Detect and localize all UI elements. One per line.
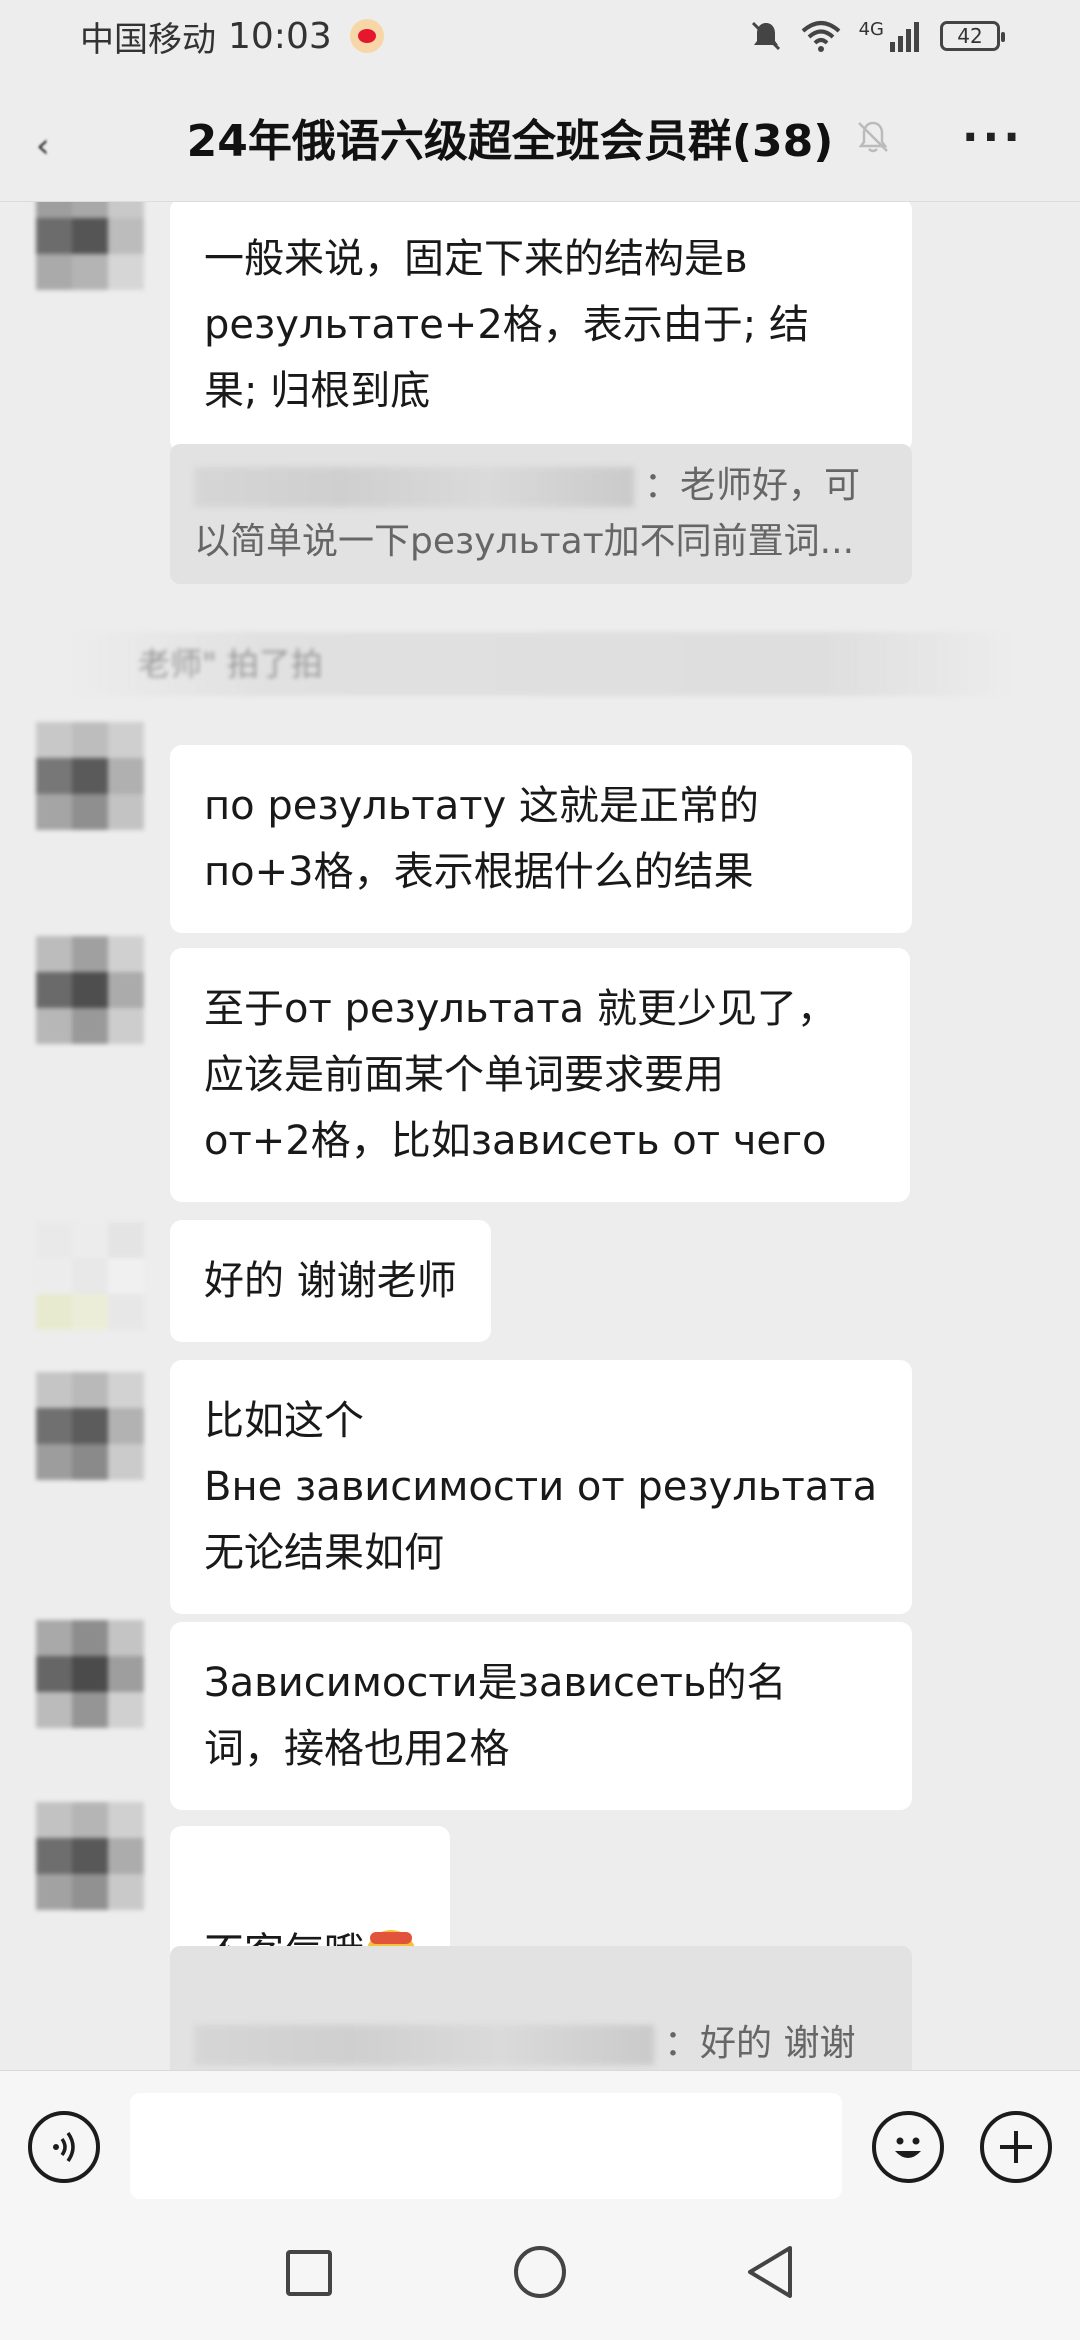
chat-message-list[interactable]: 一般来说，固定下来的结构是в результате+2格，表示由于; 结 果; … xyxy=(0,202,1080,2070)
triangle-back-icon[interactable] xyxy=(744,2244,796,2300)
voice-icon[interactable] xyxy=(28,2111,100,2183)
input-bar xyxy=(0,2070,1080,2220)
avatar[interactable] xyxy=(36,722,144,830)
emoji-icon[interactable] xyxy=(872,2111,944,2183)
status-bar: 中国移动 10:03 4G 42 xyxy=(0,0,1080,72)
avatar[interactable] xyxy=(36,936,144,1044)
message-bubble[interactable]: по результату 这就是正常的 по+3格，表示根据什么的结果 xyxy=(170,745,912,933)
plus-glyph-icon xyxy=(1000,2131,1032,2163)
system-nav-bar xyxy=(0,2220,1080,2340)
weibo-icon xyxy=(349,19,384,53)
system-notice: 老师" 拍了拍 xyxy=(72,632,1012,696)
avatar[interactable] xyxy=(36,1620,144,1728)
message-bubble[interactable]: 至于от результата 就更少见了， 应该是前面某个单词要求要用 от+… xyxy=(170,948,910,1202)
avatar[interactable] xyxy=(36,1372,144,1480)
chevron-left-icon[interactable]: ‹ xyxy=(36,126,50,166)
more-icon[interactable]: ··· xyxy=(962,112,1024,163)
bell-off-icon xyxy=(858,121,889,152)
status-left: 中国移动 10:03 xyxy=(80,12,384,61)
blurred-username xyxy=(194,2025,654,2065)
chat-header: ‹ 24年俄语六级超全班会员群(38) ··· xyxy=(0,72,1080,202)
mute-icon xyxy=(751,21,780,51)
chat-title: 24年俄语六级超全班会员群(38) xyxy=(186,115,834,167)
message-bubble[interactable]: Зависимости是зависеть的名 词，接格也用2格 xyxy=(170,1622,912,1810)
blurred-username xyxy=(194,467,634,507)
smile-face-icon xyxy=(895,2137,921,2158)
message-bubble[interactable]: 一般来说，固定下来的结构是в результате+2格，表示由于; 结 果; … xyxy=(170,202,912,452)
message-bubble[interactable]: 好的 谢谢老师 xyxy=(170,1220,491,1342)
square-icon[interactable] xyxy=(286,2250,332,2296)
avatar[interactable] xyxy=(36,202,144,290)
message-input[interactable] xyxy=(130,2093,842,2199)
circle-icon[interactable] xyxy=(514,2246,566,2298)
plus-icon[interactable] xyxy=(980,2111,1052,2183)
carrier-label: 中国移动 xyxy=(80,19,216,60)
battery-level: 42 xyxy=(957,24,983,48)
battery-icon: 42 xyxy=(940,21,1005,51)
quoted-message[interactable]: ：老师好，可以简单说一下результат加不同前置词... xyxy=(170,444,912,584)
status-right: 4G 42 xyxy=(749,18,1005,53)
avatar[interactable] xyxy=(36,1222,144,1330)
quoted-message[interactable]: ：好的 谢谢 老师 xyxy=(170,1946,912,2070)
wifi-icon xyxy=(801,21,840,52)
clock: 10:03 xyxy=(228,15,332,57)
message-bubble[interactable]: 比如这个 Вне зависимости от результата 无论结果如… xyxy=(170,1360,912,1614)
network-label: 4G xyxy=(858,18,884,40)
signal-icon xyxy=(890,22,919,52)
avatar[interactable] xyxy=(36,1802,144,1910)
voice-wave-icon xyxy=(53,2131,75,2163)
